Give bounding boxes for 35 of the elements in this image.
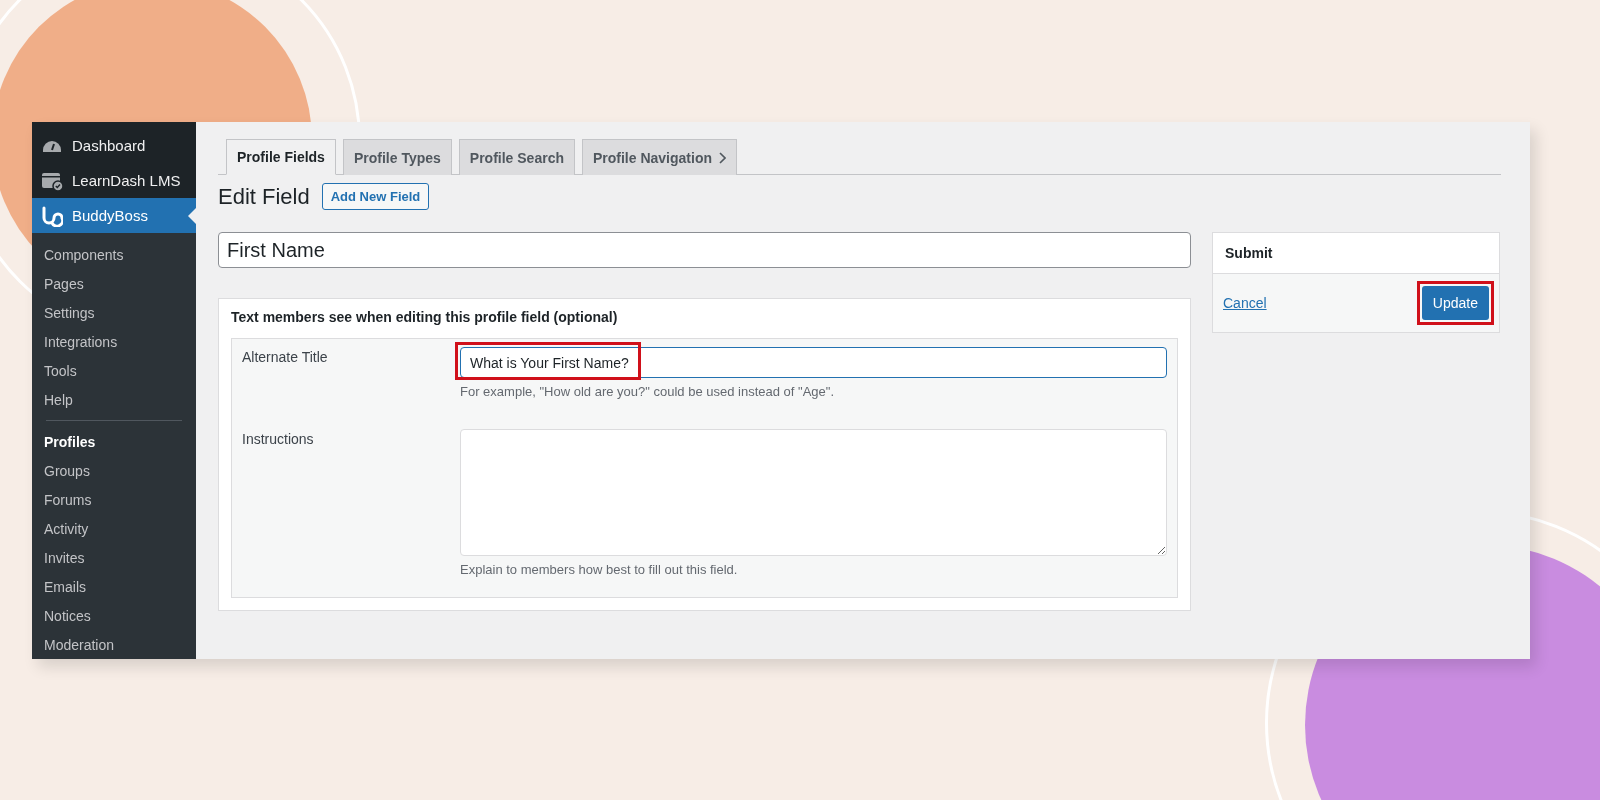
cancel-link[interactable]: Cancel — [1223, 295, 1267, 311]
sidebar-submenu-item[interactable]: Emails — [44, 578, 86, 595]
field-hint: For example, "How old are you?" could be used instead of "Age". — [460, 384, 835, 399]
field-label: Instructions — [242, 430, 315, 449]
tab[interactable]: Profile Fields — [226, 139, 336, 175]
sidebar-submenu-item[interactable]: Invites — [44, 549, 85, 566]
sidebar-submenu-item[interactable]: Pages — [44, 275, 84, 292]
sidebar-submenu-item[interactable]: Notices — [44, 607, 91, 624]
current-page-pointer — [188, 208, 196, 224]
sidebar-submenu-item[interactable]: Activity — [44, 520, 89, 537]
tab[interactable]: Profile Navigation — [581, 139, 737, 175]
update-button[interactable]: Update — [1421, 286, 1489, 320]
add-new-field-button[interactable]: Add New Field — [321, 183, 430, 210]
field-label: Alternate Title — [242, 348, 329, 367]
sidebar-submenu-item[interactable]: Profiles — [44, 433, 96, 450]
sidebar-menu-item[interactable]: Dashboard — [32, 128, 196, 163]
sidebar-menu-item[interactable]: LearnDash LMS — [32, 163, 196, 198]
sidebar-submenu-item[interactable]: Moderation — [44, 636, 115, 653]
sidebar-submenu-item[interactable]: Help — [44, 391, 73, 408]
panel-title: Text members see when editing this profile field (optional) — [231, 309, 619, 325]
field-name-input[interactable]: First Name — [218, 232, 1191, 268]
sidebar-submenu-item[interactable]: Settings — [44, 304, 95, 321]
tab[interactable]: Profile Types — [342, 139, 452, 175]
text-input[interactable]: What is Your First Name? — [460, 347, 1167, 378]
sidebar-submenu-item[interactable]: Forums — [44, 491, 92, 508]
buddy-logo-icon — [41, 204, 63, 227]
tab[interactable]: Profile Search — [458, 139, 575, 175]
field-hint: Explain to members how best to fill out this field. — [460, 562, 739, 577]
sidebar-menu-item[interactable]: BuddyBoss — [32, 198, 196, 233]
sidebar-submenu-item[interactable]: Integrations — [44, 333, 118, 350]
page-title: Edit Field — [218, 183, 310, 210]
sidebar-submenu-item[interactable]: Groups — [44, 462, 90, 479]
sidebar-submenu-item[interactable]: Tools — [44, 362, 77, 379]
sidebar-submenu-item[interactable]: Components — [44, 246, 124, 263]
textarea-input[interactable] — [460, 429, 1167, 556]
